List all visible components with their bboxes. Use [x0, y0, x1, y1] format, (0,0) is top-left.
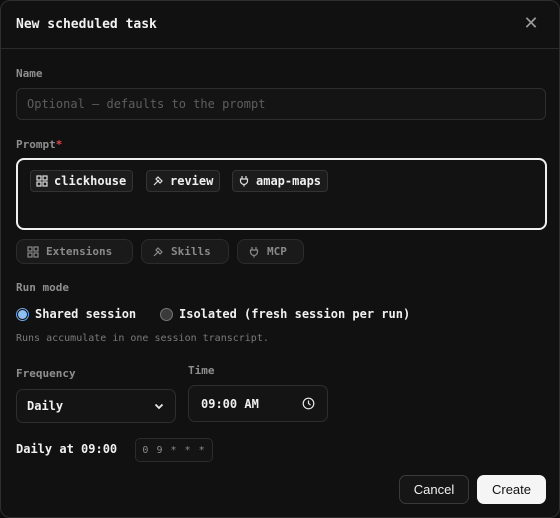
- skill-icon: [153, 176, 163, 186]
- run-mode-label: Run mode: [16, 281, 69, 294]
- required-mark: *: [55, 138, 63, 151]
- chip-label: review: [170, 174, 214, 188]
- frequency-label: Frequency: [16, 367, 76, 380]
- name-label: Name: [16, 67, 43, 80]
- dialog-title: New scheduled task: [16, 17, 157, 32]
- time-input[interactable]: 09:00 AM: [188, 385, 328, 422]
- time-value: 09:00 AM: [201, 396, 259, 411]
- prompt-chip-clickhouse[interactable]: clickhouse: [30, 170, 134, 192]
- close-icon[interactable]: ✕: [523, 14, 539, 34]
- skills-button[interactable]: Skills: [141, 239, 229, 264]
- frequency-value: Daily: [27, 399, 64, 413]
- run-mode-hint: Runs accumulate in one session transcrip…: [16, 333, 269, 344]
- chip-label: amap-maps: [256, 174, 322, 188]
- radio-shared-session[interactable]: [16, 307, 29, 321]
- extensions-button[interactable]: Extensions: [16, 239, 133, 264]
- extension-icon: [36, 175, 48, 187]
- mcp-button[interactable]: MCP: [237, 239, 304, 264]
- time-label: Time: [188, 364, 215, 377]
- schedule-summary: Daily at 09:00: [16, 442, 118, 456]
- dialog-header: New scheduled task ✕: [1, 1, 559, 49]
- radio-isolated-session[interactable]: [160, 307, 173, 321]
- skill-icon: [153, 246, 163, 256]
- skills-label: Skills: [171, 245, 211, 258]
- radio-label: Shared session: [35, 307, 137, 321]
- chevron-down-icon: [154, 403, 164, 410]
- cron-expression: 0 9 * * *: [135, 438, 213, 462]
- chip-label: clickhouse: [54, 174, 127, 188]
- radio-label: Isolated (fresh session per run): [179, 307, 411, 321]
- plug-icon: [239, 176, 249, 187]
- run-mode-shared-option[interactable]: Shared session: [16, 306, 136, 322]
- run-mode-isolated-option[interactable]: Isolated (fresh session per run): [160, 306, 410, 322]
- prompt-chip-amap-maps[interactable]: amap-maps: [232, 170, 329, 192]
- prompt-label: Prompt*: [16, 138, 62, 151]
- prompt-input[interactable]: clickhouse review amap-maps: [16, 158, 547, 230]
- new-task-dialog: New scheduled task ✕ Name Prompt* clickh…: [0, 0, 560, 518]
- cancel-button[interactable]: Cancel: [399, 475, 469, 504]
- mcp-label: MCP: [267, 245, 287, 258]
- name-input[interactable]: [16, 88, 546, 120]
- extension-icon: [27, 245, 39, 258]
- create-button[interactable]: Create: [477, 475, 546, 504]
- plug-icon: [249, 246, 259, 257]
- extensions-label: Extensions: [46, 245, 113, 258]
- prompt-chip-review[interactable]: review: [146, 170, 221, 192]
- clock-icon[interactable]: [302, 397, 315, 410]
- prompt-label-text: Prompt: [16, 138, 56, 151]
- frequency-select[interactable]: Daily: [16, 389, 176, 423]
